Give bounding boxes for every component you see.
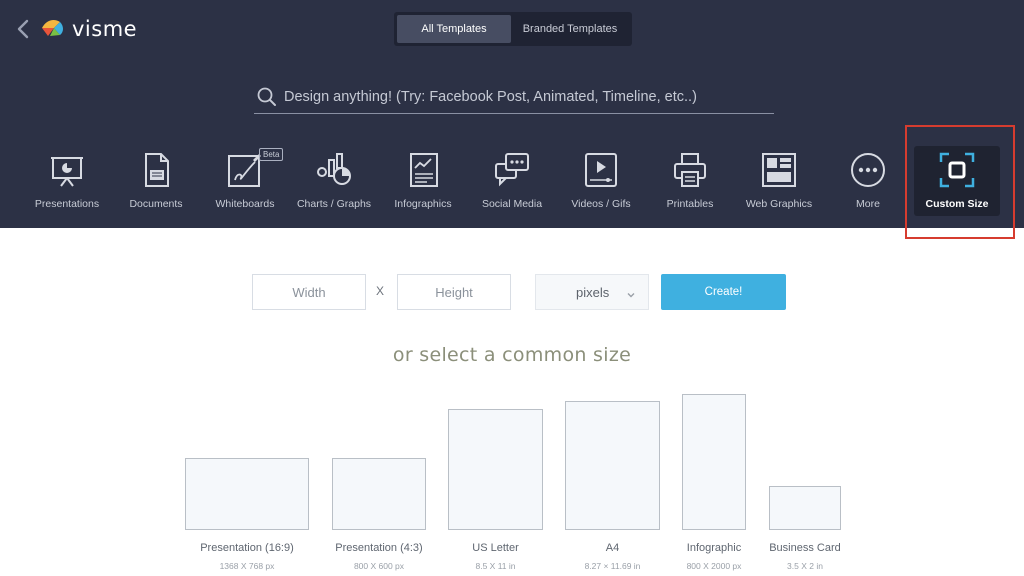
brand-name: visme xyxy=(72,17,138,41)
chevron-down-icon xyxy=(626,288,636,298)
preset-dimensions: 8.27 × 11.69 in xyxy=(584,561,641,571)
width-input[interactable]: Width xyxy=(252,274,366,310)
category-label: More xyxy=(856,198,880,210)
category-social-media[interactable]: Social Media xyxy=(466,146,558,218)
category-printables[interactable]: Printables xyxy=(644,146,736,218)
category-label: Social Media xyxy=(481,198,543,210)
category-web-graphics[interactable]: Web Graphics xyxy=(733,146,825,218)
category-label: Presentations xyxy=(34,198,100,210)
top-bar: visme All Templates Branded Templates De… xyxy=(0,0,1024,228)
preset-name: Presentation (4:3) xyxy=(335,542,423,554)
category-label: Whiteboards xyxy=(215,198,275,210)
category-videos-gifs[interactable]: Videos / Gifs xyxy=(555,146,647,218)
document-icon xyxy=(145,153,169,187)
category-documents[interactable]: Documents xyxy=(110,146,202,218)
preset-thumbnail[interactable] xyxy=(185,458,309,530)
more-icon xyxy=(851,153,885,187)
preset-dimensions: 800 X 600 px xyxy=(353,561,405,571)
infographic-icon xyxy=(410,153,438,187)
category-whiteboards[interactable]: Beta Whiteboards xyxy=(199,146,291,218)
unit-select[interactable]: pixels xyxy=(535,274,649,310)
preset-name: Business Card xyxy=(769,542,841,554)
search-icon xyxy=(256,86,278,108)
category-label: Infographics xyxy=(394,198,452,210)
preset-thumbnail[interactable] xyxy=(448,409,543,530)
printer-icon xyxy=(674,153,706,187)
tab-branded-templates[interactable]: Branded Templates xyxy=(511,15,629,43)
search-bar[interactable]: Design anything! (Try: Facebook Post, An… xyxy=(254,80,774,114)
dimension-separator: X xyxy=(376,284,385,298)
unit-value: pixels xyxy=(576,284,610,300)
category-label: Charts / Graphs xyxy=(296,198,372,210)
category-label: Documents xyxy=(129,198,183,210)
back-arrow-icon[interactable] xyxy=(14,18,34,40)
presentation-icon xyxy=(51,157,83,187)
custom-size-highlight xyxy=(905,125,1015,239)
height-input[interactable]: Height xyxy=(397,274,511,310)
preset-thumbnail[interactable] xyxy=(769,486,841,530)
chart-icon xyxy=(317,153,351,185)
category-infographics[interactable]: Infographics xyxy=(377,146,469,218)
video-icon xyxy=(585,153,617,187)
tab-all-templates[interactable]: All Templates xyxy=(397,15,511,43)
preset-dimensions: 1368 X 768 px xyxy=(219,561,275,571)
category-charts-graphs[interactable]: Charts / Graphs xyxy=(288,146,380,218)
preset-thumbnail[interactable] xyxy=(682,394,746,530)
category-label: Printables xyxy=(666,198,714,210)
category-label: Web Graphics xyxy=(745,198,813,210)
beta-badge: Beta xyxy=(259,148,284,161)
preset-dimensions: 3.5 X 2 in xyxy=(787,561,823,571)
create-button[interactable]: Create! xyxy=(661,274,786,310)
visme-logo-icon xyxy=(40,16,68,43)
visme-logo[interactable]: visme xyxy=(40,16,137,42)
template-tabs: All Templates Branded Templates xyxy=(394,12,632,46)
preset-thumbnail[interactable] xyxy=(565,401,660,530)
preset-thumbnail[interactable] xyxy=(332,458,426,530)
common-size-heading: or select a common size xyxy=(392,344,632,366)
preset-name: US Letter xyxy=(472,542,519,554)
category-label: Videos / Gifs xyxy=(571,198,631,210)
category-presentations[interactable]: Presentations xyxy=(21,146,113,218)
search-input[interactable]: Design anything! (Try: Facebook Post, An… xyxy=(284,89,697,105)
preset-name: A4 xyxy=(605,542,620,554)
preset-dimensions: 8.5 X 11 in xyxy=(475,561,516,571)
category-more[interactable]: More xyxy=(822,146,914,218)
web-graphics-icon xyxy=(762,153,796,187)
preset-name: Presentation (16:9) xyxy=(200,542,294,554)
social-media-icon xyxy=(495,153,529,187)
